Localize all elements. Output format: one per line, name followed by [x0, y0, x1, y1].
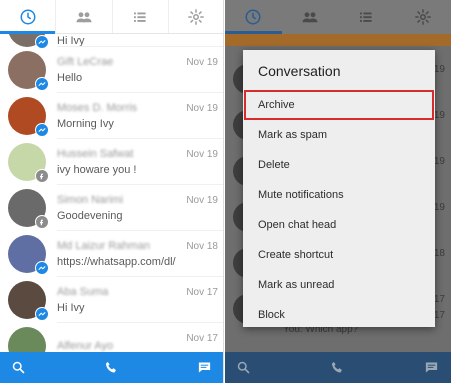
- tab-settings-dimmed: [395, 0, 451, 34]
- message-date: Nov 19: [186, 103, 218, 114]
- avatar: [8, 97, 49, 137]
- avatar: [8, 281, 49, 321]
- tab-groups[interactable]: [56, 0, 113, 33]
- message-date: Nov 19: [186, 149, 218, 160]
- tab-recent-dimmed: [225, 0, 282, 34]
- tab-active-list-dimmed: [338, 0, 395, 34]
- menu-title: Conversation: [258, 63, 341, 79]
- avatar: [8, 235, 49, 275]
- message-preview: Hi Ivy: [57, 302, 85, 314]
- search-icon[interactable]: [11, 360, 26, 375]
- messenger-badge-icon: [35, 261, 49, 275]
- message-preview: ivy howare you !: [57, 164, 137, 176]
- conversation-row[interactable]: Moses D. Morris Morning Ivy Nov 19: [0, 93, 223, 139]
- messenger-badge-icon: [35, 307, 49, 321]
- avatar: [8, 51, 49, 91]
- conversation-row[interactable]: Alfenur Ayo Nov 17: [0, 323, 223, 352]
- conversation-list: Hi Ivy Gift LeCrae Hello Nov 19 Moses D.…: [0, 34, 223, 352]
- message-date: Nov 17: [186, 287, 218, 298]
- gear-icon: [414, 9, 431, 25]
- clock-icon: [245, 9, 261, 25]
- conversation-context-menu: Conversation Archive Mark as spam Delete…: [243, 50, 435, 327]
- menu-item-mute-notifications[interactable]: Mute notifications: [243, 180, 435, 210]
- menu-item-delete[interactable]: Delete: [243, 150, 435, 180]
- messenger-badge-icon: [35, 123, 49, 137]
- gear-icon: [188, 8, 205, 25]
- bottom-action-bar-dimmed: [225, 352, 451, 383]
- message-date: Nov 17: [186, 333, 218, 344]
- message-preview: Hello: [57, 72, 83, 84]
- message-date: Nov 19: [186, 195, 218, 206]
- notification-strip: [225, 34, 451, 46]
- menu-item-mark-as-unread[interactable]: Mark as unread: [243, 270, 435, 300]
- call-icon[interactable]: [104, 360, 119, 375]
- avatar: [8, 189, 49, 229]
- messenger-badge-icon: [35, 77, 49, 91]
- message-preview: Morning Ivy: [57, 118, 114, 130]
- avatar: [8, 34, 49, 49]
- people-icon: [76, 11, 92, 22]
- facebook-badge-icon: [35, 169, 49, 183]
- call-icon: [331, 361, 342, 373]
- conversation-row[interactable]: Aba Suma Hi Ivy Nov 17: [0, 277, 223, 323]
- menu-item-archive[interactable]: Archive: [244, 90, 434, 120]
- message-preview: https://whatsapp.com/dl/: [57, 256, 176, 268]
- tab-active-list[interactable]: [113, 0, 169, 33]
- tab-groups-dimmed: [282, 0, 339, 34]
- list-icon: [134, 12, 146, 22]
- people-icon: [302, 12, 318, 23]
- top-tab-bar-dimmed: [225, 0, 451, 34]
- conversation-row[interactable]: Gift LeCrae Hello Nov 19: [0, 47, 223, 93]
- menu-item-create-shortcut[interactable]: Create shortcut: [243, 240, 435, 270]
- bottom-action-bar: [0, 352, 223, 383]
- message-preview: Goodevening: [57, 210, 123, 222]
- menu-item-open-chat-head[interactable]: Open chat head: [243, 210, 435, 240]
- menu-item-mark-as-spam[interactable]: Mark as spam: [243, 120, 435, 150]
- list-icon: [360, 12, 372, 22]
- message-date: Nov 19: [186, 57, 218, 68]
- top-tab-bar: [0, 0, 223, 34]
- search-icon: [237, 361, 250, 374]
- facebook-badge-icon: [35, 215, 49, 229]
- conversation-row[interactable]: Hussein Safwat ivy howare you ! Nov 19: [0, 139, 223, 185]
- chat-icon[interactable]: [197, 360, 212, 375]
- conversation-row[interactable]: Md Laizur Rahman https://whatsapp.com/dl…: [0, 231, 223, 277]
- messenger-inbox-screen: Hi Ivy Gift LeCrae Hello Nov 19 Moses D.…: [0, 0, 224, 383]
- tab-recent[interactable]: [0, 0, 57, 34]
- screenshot-root: Hi Ivy Gift LeCrae Hello Nov 19 Moses D.…: [0, 0, 451, 383]
- avatar: [8, 327, 46, 352]
- conversation-row[interactable]: Simon Narimi Goodevening Nov 19: [0, 185, 223, 231]
- menu-item-block[interactable]: Block: [243, 300, 435, 330]
- clock-icon: [20, 9, 36, 24]
- avatar: [8, 143, 49, 183]
- message-date: Nov 18: [186, 241, 218, 252]
- conversation-row[interactable]: Hi Ivy: [0, 34, 223, 49]
- chat-icon: [425, 362, 438, 373]
- tab-settings[interactable]: [169, 0, 223, 33]
